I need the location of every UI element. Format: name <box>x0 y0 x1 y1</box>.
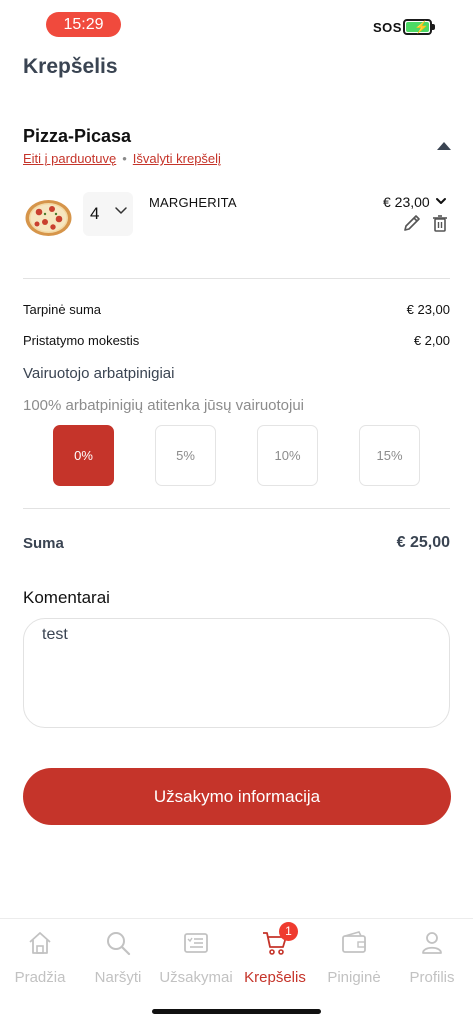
order-info-button[interactable]: Užsakymo informacija <box>23 768 451 825</box>
item-price: € 23,00 <box>383 194 430 210</box>
chevron-down-icon <box>115 207 127 214</box>
delete-icon[interactable] <box>430 213 450 233</box>
subtotal-value: € 23,00 <box>406 302 450 317</box>
status-bar: 15:29 SOS ⚡ <box>0 0 473 50</box>
tab-label: Profilis <box>409 969 455 986</box>
subtotal-label: Tarpinė suma <box>23 302 102 317</box>
quantity-select[interactable]: 4 <box>83 192 133 236</box>
home-icon <box>29 932 51 954</box>
pizza-icon <box>25 200 72 236</box>
tab-orders[interactable]: Užsakymai <box>157 929 235 986</box>
tip-option-5[interactable]: 5% <box>155 425 216 486</box>
tab-profile[interactable]: Profilis <box>393 929 471 986</box>
item-name: MARGHERITA <box>149 195 237 210</box>
tab-browse[interactable]: Naršyti <box>79 929 157 986</box>
tab-label: Naršyti <box>94 969 142 986</box>
restaurant-links: Eiti į parduotuvę • Išvalyti krepšelį <box>23 151 221 166</box>
delivery-fee-label: Pristatymo mokestis <box>23 333 140 348</box>
total-label: Suma <box>23 535 64 552</box>
search-icon <box>107 932 131 956</box>
tab-cart[interactable]: 1 Krepšelis <box>236 922 314 986</box>
divider <box>23 278 450 279</box>
go-to-store-link[interactable]: Eiti į parduotuvę <box>23 151 116 166</box>
tab-label: Krepšelis <box>244 969 306 986</box>
driver-tips-note: 100% arbatpinigių atitenka jūsų vairuoto… <box>23 397 305 414</box>
divider <box>23 508 450 509</box>
wallet-icon <box>342 931 366 953</box>
link-separator: • <box>122 151 127 166</box>
comments-input[interactable] <box>23 618 450 728</box>
edit-icon[interactable] <box>402 213 422 233</box>
quantity-value: 4 <box>90 204 100 223</box>
page-title: Krepšelis <box>23 55 118 78</box>
driver-tips-title: Vairuotojo arbatpinigiai <box>23 365 175 382</box>
cart-count-badge: 1 <box>279 922 298 941</box>
battery-icon: ⚡ <box>403 19 432 35</box>
tab-wallet[interactable]: Piniginė <box>315 929 393 986</box>
tip-option-10[interactable]: 10% <box>257 425 318 486</box>
tab-label: Užsakymai <box>159 969 233 986</box>
comments-label: Komentarai <box>23 588 110 607</box>
clear-cart-link[interactable]: Išvalyti krepšelį <box>133 151 221 166</box>
home-indicator <box>152 1009 321 1014</box>
tab-label: Piniginė <box>327 969 381 986</box>
tip-option-0[interactable]: 0% <box>53 425 114 486</box>
total-value: € 25,00 <box>396 534 450 551</box>
delivery-fee-value: € 2,00 <box>413 333 450 348</box>
status-time: 15:29 <box>46 12 121 37</box>
sos-indicator: SOS <box>373 20 402 35</box>
price-chevron-down-icon[interactable] <box>435 195 447 207</box>
restaurant-name: Pizza-Picasa <box>23 126 132 146</box>
tab-home[interactable]: Pradžia <box>1 929 79 986</box>
orders-icon <box>184 933 208 953</box>
tab-label: Pradžia <box>14 969 66 986</box>
tip-option-15[interactable]: 15% <box>359 425 420 486</box>
profile-icon <box>422 932 442 954</box>
collapse-caret-icon[interactable] <box>437 142 451 150</box>
battery-tip <box>432 24 435 30</box>
